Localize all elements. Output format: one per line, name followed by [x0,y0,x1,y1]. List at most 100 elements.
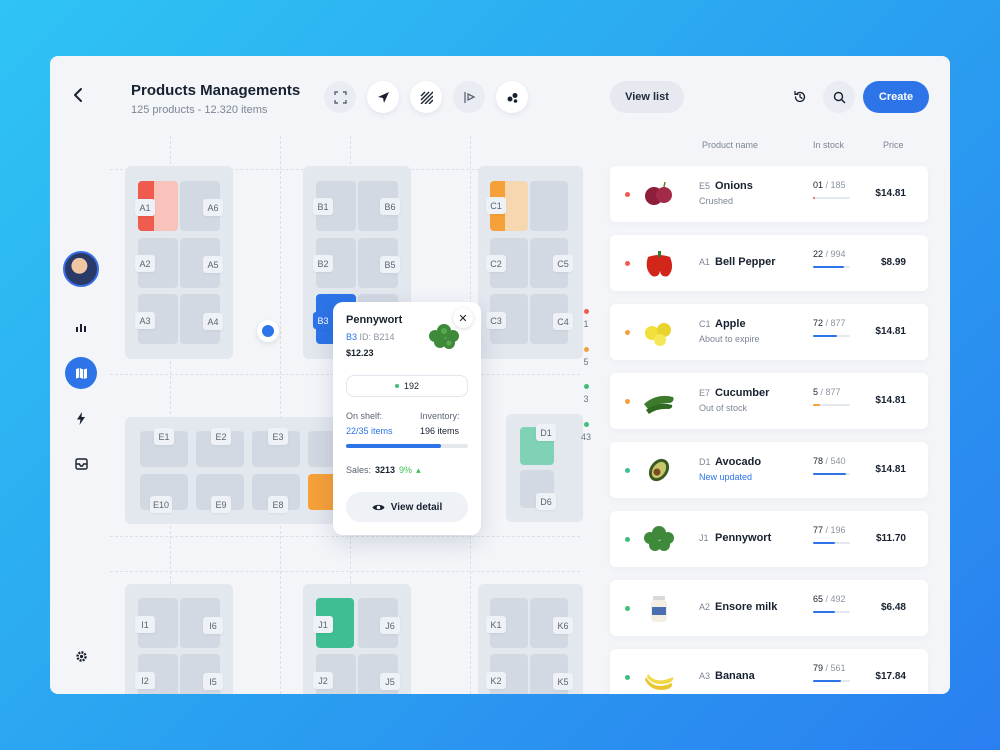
inventory-label: Inventory: [420,411,460,421]
cluster-button[interactable] [496,81,528,113]
product-price: $6.48 [880,602,906,613]
shelf-tag[interactable]: A1 [135,199,155,216]
navigate-button[interactable] [367,81,399,113]
shelf-tag[interactable]: A2 [135,255,155,272]
create-button[interactable]: Create [863,81,929,113]
lightning-icon [77,411,85,425]
shelf-tag[interactable]: D1 [536,424,556,441]
product-row[interactable]: C1 Apple About to expire 72 / 877 $14.81 [610,304,928,360]
product-row[interactable]: A3 Banana 79 / 561 $17.84 [610,649,928,694]
cluster-icon [507,92,517,103]
search-icon [833,91,845,103]
shelf-tag[interactable]: I1 [135,616,155,633]
sidebar-item-analytics[interactable] [65,311,97,343]
shelf-tag[interactable]: E9 [211,496,231,513]
shelf-tag[interactable]: C3 [486,312,506,329]
shelf-tag[interactable]: E2 [211,428,231,445]
product-row[interactable]: E7 Cucumber Out of stock 5 / 877 $14.81 [610,373,928,429]
back-arrow-icon[interactable] [70,86,88,104]
product-code: A1 [699,257,711,267]
shelf-tag[interactable]: E1 [154,428,174,445]
stock-count: 78 / 540 [813,456,846,466]
view-list-button[interactable]: View list [610,81,684,113]
product-status-text: Out of stock [699,403,748,413]
shelf-tag[interactable]: A5 [203,256,223,273]
shelf-tag-selected[interactable]: B3 [313,312,333,329]
shelf-tag[interactable]: E10 [150,496,173,513]
product-code: A3 [699,671,711,681]
product-row[interactable]: A2 Ensore milk 65 / 492 $6.48 [610,580,928,636]
column-header-name[interactable]: Product name [702,140,758,150]
stock-bar [813,404,850,406]
shelf-tag[interactable]: J1 [313,616,333,633]
bar-chart-icon [76,324,86,332]
navigate-icon [377,91,389,103]
shelf-tag[interactable]: I5 [203,673,223,690]
view-detail-button[interactable]: View detail [346,492,468,522]
shelf-tag[interactable]: E3 [268,428,288,445]
expand-button[interactable] [324,81,356,113]
shelf-tag[interactable]: A4 [203,313,223,330]
shelf-tag[interactable]: K1 [486,616,506,633]
shelf-tag[interactable]: J2 [313,672,333,689]
close-popup-button[interactable]: ✕ [453,308,473,328]
eye-icon [372,504,385,510]
product-price: $14.81 [875,395,906,406]
shelf-tag[interactable]: B1 [313,198,333,215]
shelf-tag[interactable]: A6 [203,199,223,216]
expand-icon [333,90,347,104]
column-header-stock[interactable]: In stock [813,140,844,150]
status-dot [625,468,630,473]
product-name: Ensore milk [715,601,778,613]
history-button[interactable] [784,81,816,113]
stock-count: 72 / 877 [813,318,846,328]
hatch-button[interactable] [410,81,442,113]
shelf-tag[interactable]: J6 [380,617,400,634]
legend-item: 3 [578,384,594,404]
shelf-tag[interactable]: C2 [486,255,506,272]
status-dot [625,261,630,266]
product-row[interactable]: D1 Avocado New updated 78 / 540 $14.81 [610,442,928,498]
product-row[interactable]: A1 Bell Pepper 22 / 994 $8.99 [610,235,928,291]
shelf-tag[interactable]: B5 [380,256,400,273]
sidebar-item-flash[interactable] [65,402,97,434]
sidebar-item-map[interactable] [65,357,97,389]
product-row[interactable]: E5 Onions Crushed 01 / 185 $14.81 [610,166,928,222]
shelf-tag[interactable]: A3 [135,312,155,329]
flag-button[interactable] [453,81,485,113]
location-marker[interactable] [257,320,279,342]
product-name: Onions [715,180,753,192]
shelf-tag[interactable]: E8 [268,496,288,513]
stock-count: 65 / 492 [813,594,846,604]
search-button[interactable] [823,81,855,113]
avatar[interactable] [63,251,99,287]
flag-icon [463,91,475,103]
sidebar-item-settings[interactable] [65,640,97,672]
inventory-value: 196 items [420,426,460,436]
shelf-tag[interactable]: J5 [380,673,400,690]
shelf-tag[interactable]: K5 [553,673,573,690]
shelf-tag[interactable]: C4 [553,313,573,330]
shelf-tag[interactable]: K2 [486,672,506,689]
shelf-tag[interactable]: C1 [486,197,506,214]
product-popup: Pennywort B3 ID: B214 $12.23 ✕ 192 On sh… [333,302,481,535]
product-status-text: New updated [699,472,753,482]
column-header-price[interactable]: Price [883,140,904,150]
shelf-tag[interactable]: I6 [203,617,223,634]
shelf-tag[interactable]: D6 [536,493,556,510]
status-dot [625,675,630,680]
shelf-tag[interactable]: B2 [313,255,333,272]
product-price: $14.81 [875,326,906,337]
product-image [645,323,671,346]
sales-line: Sales: 3213 9% ▴ [346,465,421,475]
on-shelf-value: 22/35 items [346,426,393,436]
product-name: Bell Pepper [715,256,776,268]
shelf-tag[interactable]: K6 [553,617,573,634]
sidebar-item-inbox[interactable] [65,448,97,480]
shelf-tag[interactable]: B6 [380,198,400,215]
product-row[interactable]: J1 Pennywort 77 / 196 $11.70 [610,511,928,567]
stock-bar [813,473,850,475]
shelf-tag[interactable]: C5 [553,255,573,272]
legend-item: 5 [578,347,594,367]
shelf-tag[interactable]: I2 [135,672,155,689]
